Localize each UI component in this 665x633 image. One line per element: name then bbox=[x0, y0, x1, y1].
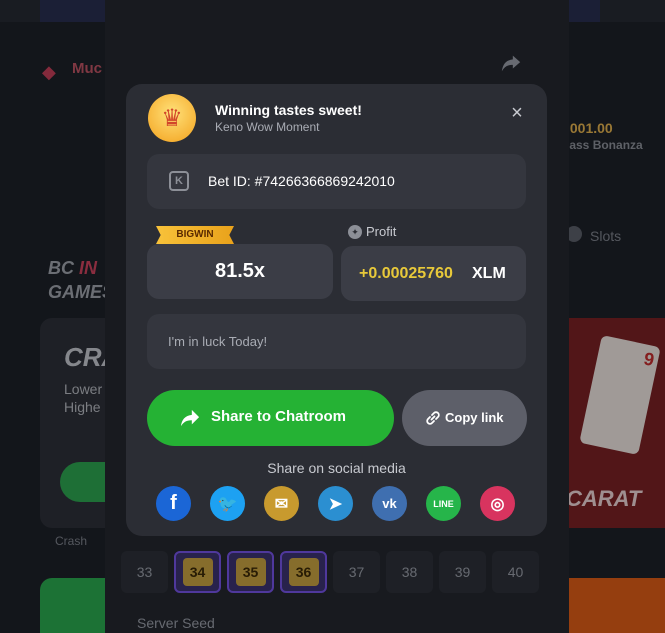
share-to-chatroom-button[interactable]: Share to Chatroom bbox=[147, 390, 394, 446]
line-icon[interactable]: LINE bbox=[426, 486, 461, 521]
bet-id-field[interactable]: K Bet ID: #74266366869242010 bbox=[147, 154, 526, 209]
copy-link-label: Copy link bbox=[445, 410, 504, 425]
social-share-title: Share on social media bbox=[267, 460, 406, 476]
bet-id-text: Bet ID: #74266366869242010 bbox=[208, 173, 395, 189]
close-icon[interactable]: × bbox=[508, 103, 526, 123]
message-input[interactable]: I'm in luck Today! bbox=[147, 314, 526, 369]
share-to-chatroom-label: Share to Chatroom bbox=[211, 408, 347, 425]
instagram-icon[interactable]: ◎ bbox=[480, 486, 515, 521]
message-placeholder: I'm in luck Today! bbox=[168, 334, 268, 349]
profit-value: +0.00025760 bbox=[359, 265, 453, 282]
modal-title: Winning tastes sweet! bbox=[215, 102, 362, 118]
xlm-coin-icon: ✦ bbox=[348, 225, 362, 239]
profit-currency: XLM bbox=[472, 265, 506, 282]
twitter-icon[interactable]: 🐦 bbox=[210, 486, 245, 521]
social-icons-row: f 🐦 ✉ ➤ vk LINE ◎ bbox=[156, 486, 515, 521]
profit-box: +0.00025760 XLM bbox=[341, 246, 526, 301]
share-win-modal: ♛ Winning tastes sweet! Keno Wow Moment … bbox=[126, 84, 547, 536]
vk-icon[interactable]: vk bbox=[372, 486, 407, 521]
modal-subtitle: Keno Wow Moment bbox=[215, 120, 320, 134]
keno-logo-icon: K bbox=[169, 171, 189, 191]
profit-label: Profit bbox=[366, 224, 397, 239]
telegram-icon[interactable]: ➤ bbox=[318, 486, 353, 521]
facebook-icon[interactable]: f bbox=[156, 486, 191, 521]
bigwin-badge: BIGWIN bbox=[156, 226, 234, 244]
share-arrow-icon bbox=[180, 409, 200, 427]
email-icon[interactable]: ✉ bbox=[264, 486, 299, 521]
crown-badge-icon: ♛ bbox=[148, 94, 196, 142]
copy-link-button[interactable]: Copy link bbox=[402, 390, 527, 446]
multiplier-box: 81.5x bbox=[147, 244, 333, 299]
link-icon bbox=[426, 411, 440, 425]
